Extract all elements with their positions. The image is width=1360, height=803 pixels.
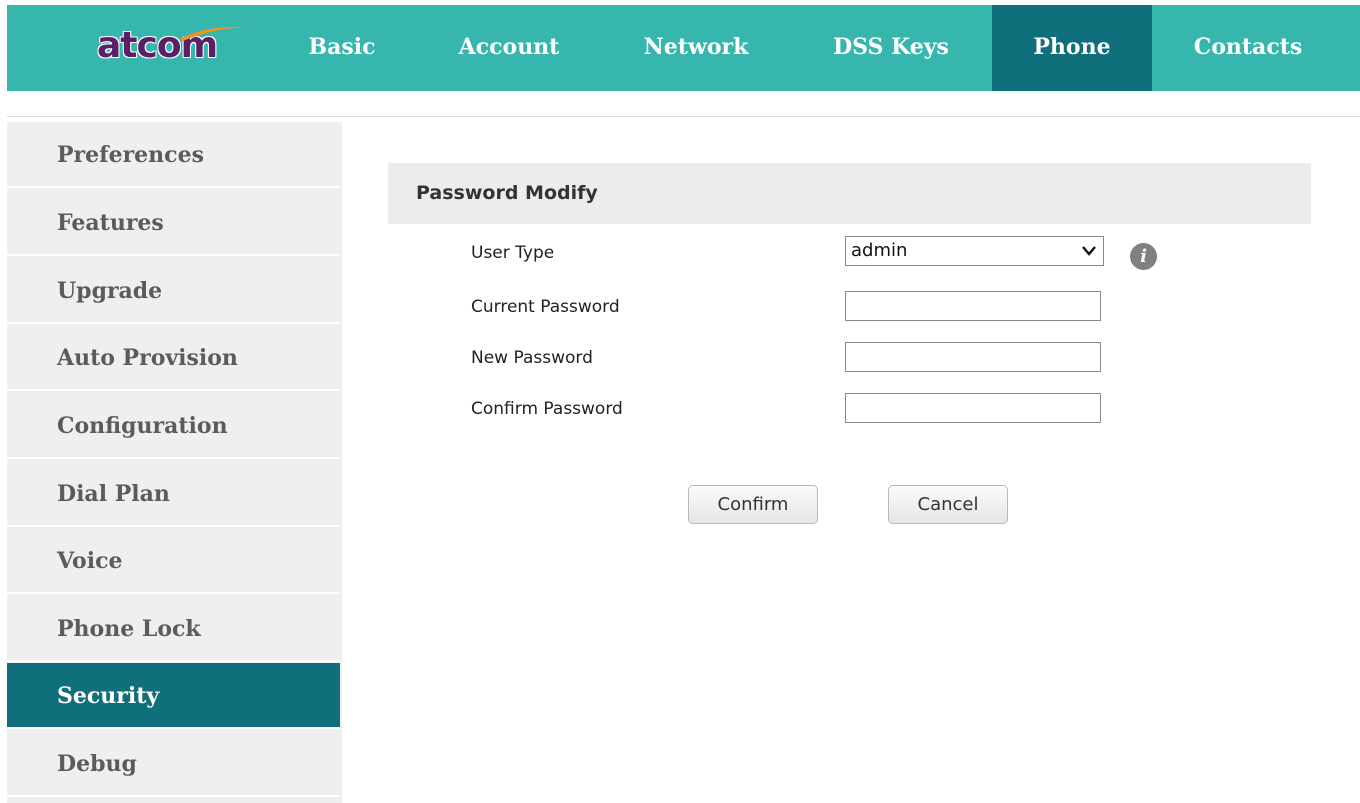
- sidebar-item-auto-provision[interactable]: Auto Provision: [7, 325, 340, 391]
- tab-basic[interactable]: Basic: [283, 5, 401, 91]
- info-icon[interactable]: i: [1130, 243, 1157, 270]
- section-title: Password Modify: [416, 182, 598, 204]
- sidebar-item-preferences[interactable]: Preferences: [7, 122, 340, 188]
- current-password-label: Current Password: [471, 297, 620, 317]
- sidebar-item-features[interactable]: Features: [7, 190, 340, 256]
- sidebar-item-dial-plan[interactable]: Dial Plan: [7, 461, 340, 527]
- section-header: Password Modify: [388, 163, 1311, 224]
- confirm-password-field[interactable]: [845, 393, 1101, 423]
- chevron-down-icon: [1082, 246, 1096, 256]
- sidebar-item-voice[interactable]: Voice: [7, 528, 340, 594]
- tab-dss-keys[interactable]: DSS Keys: [801, 5, 981, 91]
- sidebar-item-security[interactable]: Security: [7, 663, 340, 729]
- atcom-logo[interactable]: atcom: [97, 23, 247, 69]
- sidebar-item-debug[interactable]: Debug: [7, 731, 340, 797]
- top-navbar: atcom Basic Account Network DSS Keys Pho…: [7, 5, 1360, 91]
- confirm-password-label: Confirm Password: [471, 399, 623, 419]
- tab-account[interactable]: Account: [425, 5, 593, 91]
- new-password-field[interactable]: [845, 342, 1101, 372]
- confirm-button[interactable]: Confirm: [688, 485, 818, 524]
- new-password-label: New Password: [471, 348, 593, 368]
- cancel-button[interactable]: Cancel: [888, 485, 1008, 524]
- user-type-value: admin: [851, 240, 908, 261]
- tab-contacts[interactable]: Contacts: [1159, 5, 1337, 91]
- sidebar-item-upgrade[interactable]: Upgrade: [7, 258, 340, 324]
- tab-network[interactable]: Network: [605, 5, 787, 91]
- sidebar-item-configuration[interactable]: Configuration: [7, 393, 340, 459]
- sidebar-item-phone-lock[interactable]: Phone Lock: [7, 596, 340, 662]
- current-password-field[interactable]: [845, 291, 1101, 321]
- tab-phone[interactable]: Phone: [992, 5, 1152, 91]
- sidebar: Preferences Features Upgrade Auto Provis…: [7, 122, 342, 803]
- header-divider: [7, 116, 1360, 117]
- user-type-label: User Type: [471, 243, 555, 263]
- user-type-select[interactable]: admin: [845, 236, 1104, 266]
- logo-swoosh-icon: [179, 26, 245, 41]
